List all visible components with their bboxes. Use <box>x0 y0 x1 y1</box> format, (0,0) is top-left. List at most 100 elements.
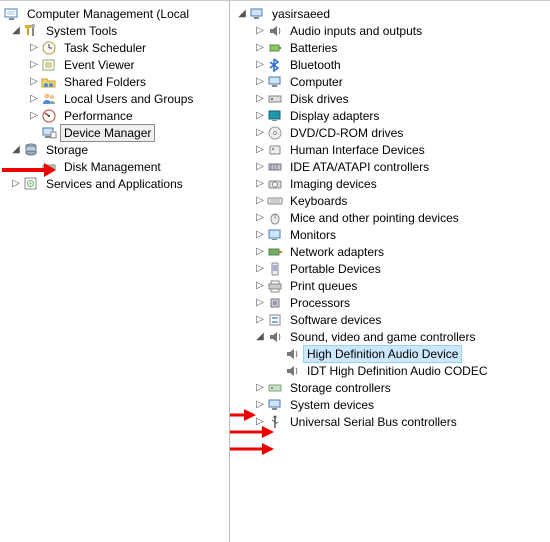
computer-management-icon <box>4 6 20 22</box>
expand-icon[interactable]: ▷ <box>254 399 266 411</box>
expand-icon[interactable]: ▷ <box>254 144 266 156</box>
storage-icon <box>23 142 39 158</box>
node-system-tools[interactable]: ◢ System Tools <box>0 22 229 39</box>
node-label: Print queues <box>286 277 361 295</box>
node-hd-audio[interactable]: High Definition Audio Device <box>230 345 550 362</box>
collapse-icon[interactable]: ◢ <box>10 25 22 37</box>
node-portable[interactable]: ▷ Portable Devices <box>230 260 550 277</box>
node-network[interactable]: ▷ Network adapters <box>230 243 550 260</box>
collapse-icon[interactable]: ◢ <box>10 144 22 156</box>
node-label: Audio inputs and outputs <box>286 22 426 40</box>
node-root[interactable]: ◢ yasirsaeed <box>230 5 550 22</box>
monitor-icon <box>267 74 283 90</box>
collapse-icon[interactable]: ◢ <box>254 331 266 343</box>
node-label: Disk Management <box>60 158 165 176</box>
node-batteries[interactable]: ▷ Batteries <box>230 39 550 56</box>
node-storage-ctrl[interactable]: ▷ Storage controllers <box>230 379 550 396</box>
node-label: Processors <box>286 294 354 312</box>
camera-icon <box>267 176 283 192</box>
node-local-users[interactable]: ▷ Local Users and Groups <box>0 90 229 107</box>
expand-icon[interactable]: ▷ <box>28 59 40 71</box>
expand-icon[interactable]: ▷ <box>254 127 266 139</box>
expand-icon[interactable]: ▷ <box>254 178 266 190</box>
expand-icon[interactable]: ▷ <box>254 280 266 292</box>
node-keyboards[interactable]: ▷ Keyboards <box>230 192 550 209</box>
expand-icon[interactable]: ▷ <box>28 110 40 122</box>
system-icon <box>267 397 283 413</box>
node-label: High Definition Audio Device <box>303 345 462 363</box>
expand-icon[interactable]: ▷ <box>254 263 266 275</box>
node-label: Event Viewer <box>60 56 138 74</box>
node-bluetooth[interactable]: ▷ Bluetooth <box>230 56 550 73</box>
node-system-devices[interactable]: ▷ System devices <box>230 396 550 413</box>
node-performance[interactable]: ▷ Performance <box>0 107 229 124</box>
node-audio-inputs[interactable]: ▷ Audio inputs and outputs <box>230 22 550 39</box>
node-monitors[interactable]: ▷ Monitors <box>230 226 550 243</box>
node-disk-management[interactable]: ▷ Disk Management <box>0 158 229 175</box>
expand-icon[interactable]: ▷ <box>28 93 40 105</box>
node-label: Network adapters <box>286 243 388 261</box>
annotation-arrow <box>230 442 274 456</box>
expand-icon[interactable]: ▷ <box>254 382 266 394</box>
node-processors[interactable]: ▷ Processors <box>230 294 550 311</box>
node-label: yasirsaeed <box>268 5 334 23</box>
node-hid[interactable]: ▷ Human Interface Devices <box>230 141 550 158</box>
node-imaging[interactable]: ▷ Imaging devices <box>230 175 550 192</box>
node-display-adapters[interactable]: ▷ Display adapters <box>230 107 550 124</box>
expand-icon[interactable]: ▷ <box>254 195 266 207</box>
node-computer-management[interactable]: Computer Management (Local <box>0 5 229 22</box>
expand-icon[interactable]: ▷ <box>254 161 266 173</box>
node-ide[interactable]: ▷ IDE ATA/ATAPI controllers <box>230 158 550 175</box>
controller-icon <box>267 159 283 175</box>
expand-icon[interactable]: ▷ <box>254 25 266 37</box>
printer-icon <box>267 278 283 294</box>
node-print-queues[interactable]: ▷ Print queues <box>230 277 550 294</box>
node-label: Device Manager <box>60 124 155 142</box>
software-icon <box>267 312 283 328</box>
node-label: System Tools <box>42 22 121 40</box>
expand-icon[interactable]: ▷ <box>254 297 266 309</box>
portable-icon <box>267 261 283 277</box>
cpu-icon <box>267 295 283 311</box>
node-services-apps[interactable]: ▷ Services and Applications <box>0 175 229 192</box>
node-device-manager[interactable]: ▷ Device Manager <box>0 124 229 141</box>
performance-icon <box>41 108 57 124</box>
battery-icon <box>267 40 283 56</box>
expand-icon[interactable]: ▷ <box>254 93 266 105</box>
node-label: Local Users and Groups <box>60 90 197 108</box>
node-label: Display adapters <box>286 107 383 125</box>
expand-icon[interactable]: ▷ <box>10 178 22 190</box>
expand-icon[interactable]: ▷ <box>254 246 266 258</box>
shared-folders-icon <box>41 74 57 90</box>
node-usb[interactable]: ▷ Universal Serial Bus controllers <box>230 413 550 430</box>
expand-icon[interactable]: ▷ <box>28 76 40 88</box>
node-label: Universal Serial Bus controllers <box>286 413 461 431</box>
expand-icon[interactable]: ▷ <box>254 416 266 428</box>
node-task-scheduler[interactable]: ▷ Task Scheduler <box>0 39 229 56</box>
node-computer[interactable]: ▷ Computer <box>230 73 550 90</box>
collapse-icon[interactable]: ◢ <box>236 8 248 20</box>
node-software-devices[interactable]: ▷ Software devices <box>230 311 550 328</box>
node-event-viewer[interactable]: ▷ Event Viewer <box>0 56 229 73</box>
node-storage[interactable]: ◢ Storage <box>0 141 229 158</box>
node-idt-codec[interactable]: IDT High Definition Audio CODEC <box>230 362 550 379</box>
node-mice[interactable]: ▷ Mice and other pointing devices <box>230 209 550 226</box>
expand-icon[interactable]: ▷ <box>254 76 266 88</box>
expand-icon[interactable]: ▷ <box>254 59 266 71</box>
expand-icon[interactable]: ▷ <box>28 42 40 54</box>
expand-icon[interactable]: ▷ <box>254 110 266 122</box>
node-dvd[interactable]: ▷ DVD/CD-ROM drives <box>230 124 550 141</box>
users-icon <box>41 91 57 107</box>
node-label: Computer <box>286 73 347 91</box>
expand-icon[interactable]: ▷ <box>254 212 266 224</box>
expand-icon[interactable]: ▷ <box>254 314 266 326</box>
node-disk-drives[interactable]: ▷ Disk drives <box>230 90 550 107</box>
right-pane: ◢ yasirsaeed ▷ Audio inputs and outputs … <box>230 1 550 542</box>
node-shared-folders[interactable]: ▷ Shared Folders <box>0 73 229 90</box>
node-label: IDE ATA/ATAPI controllers <box>286 158 433 176</box>
node-sound[interactable]: ◢ Sound, video and game controllers <box>230 328 550 345</box>
storage-ctrl-icon <box>267 380 283 396</box>
expand-icon[interactable]: ▷ <box>254 42 266 54</box>
expand-icon[interactable]: ▷ <box>254 229 266 241</box>
system-tools-icon <box>23 23 39 39</box>
